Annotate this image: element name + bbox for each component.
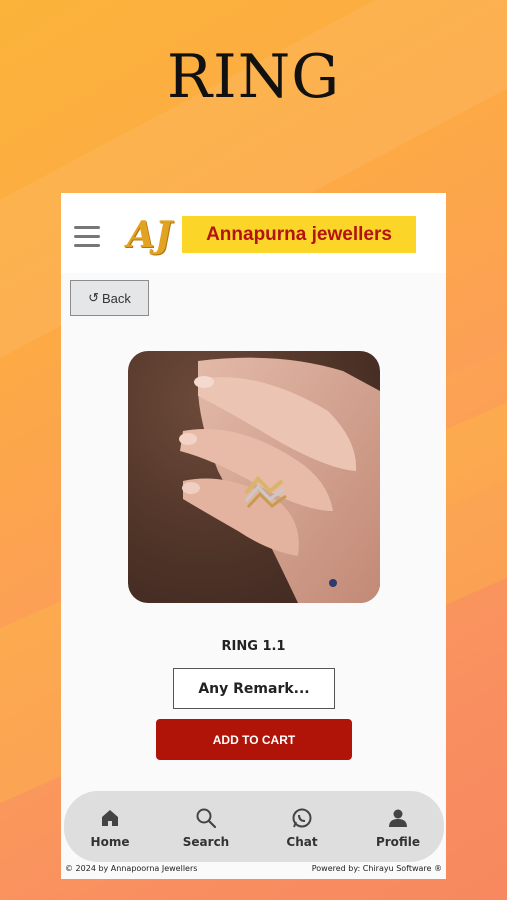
product-image[interactable] — [128, 351, 380, 603]
whatsapp-icon — [267, 805, 337, 831]
footer-powered-by: Powered by: Chirayu Software ® — [311, 864, 442, 873]
app-screen: AJ Annapurna jewellers ↺ Back RING 1.1 A… — [61, 193, 446, 879]
home-icon — [75, 805, 145, 831]
profile-icon — [363, 805, 433, 831]
logo-text: Annapurna jewellers — [182, 216, 416, 253]
undo-icon: ↺ — [88, 290, 99, 305]
nav-label: Home — [90, 835, 130, 849]
search-icon — [171, 805, 241, 831]
nav-item-home[interactable]: Home — [75, 805, 145, 849]
hand-with-ring-image — [179, 357, 380, 603]
nav-label: Profile — [375, 835, 421, 849]
menu-icon[interactable] — [74, 226, 100, 248]
nav-item-chat[interactable]: Chat — [267, 805, 337, 849]
footer-copyright: © 2024 by Annapoorna Jewellers — [65, 864, 198, 873]
nav-item-search[interactable]: Search — [171, 805, 241, 849]
logo-mark: AJ — [127, 214, 172, 256]
app-header: AJ Annapurna jewellers — [61, 193, 446, 273]
product-name: RING 1.1 — [221, 639, 286, 654]
back-button-label: Back — [102, 290, 131, 306]
bottom-navigation: Home Search Chat Profile — [64, 791, 444, 862]
nav-label: Chat — [286, 835, 318, 849]
nav-label: Search — [182, 835, 230, 849]
back-button[interactable]: ↺ Back — [70, 280, 149, 316]
remark-input[interactable] — [173, 668, 335, 709]
nav-item-profile[interactable]: Profile — [363, 805, 433, 849]
add-to-cart-button[interactable]: ADD TO CART — [156, 719, 352, 760]
page-title: RING — [166, 42, 341, 112]
